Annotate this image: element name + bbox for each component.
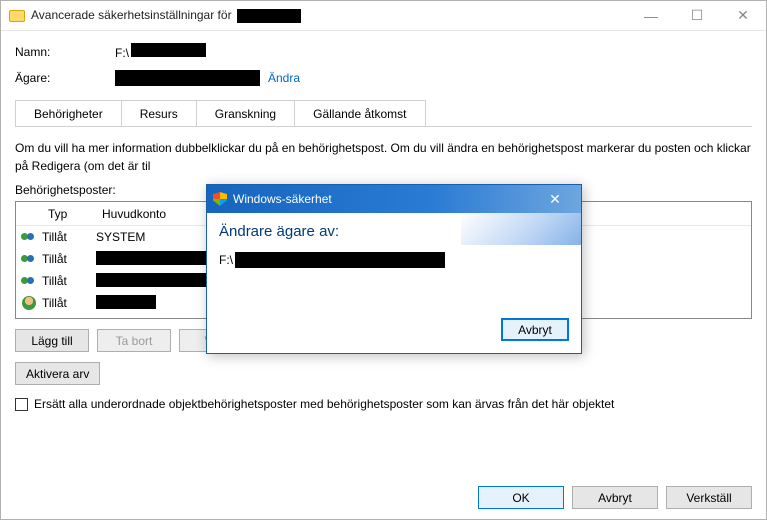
row-type: Tillåt (42, 230, 96, 244)
name-prefix: F:\ (115, 46, 129, 60)
row-type: Tillåt (42, 274, 96, 288)
redacted-principal (96, 273, 206, 287)
redacted-title (237, 9, 301, 23)
dialog-close-button[interactable]: ✕ (535, 191, 575, 208)
add-button[interactable]: Lägg till (15, 329, 89, 352)
col-type-header[interactable]: Typ (42, 207, 96, 221)
redacted-dialog-path (235, 252, 445, 268)
row-type: Tillåt (42, 252, 96, 266)
dialog-titlebar[interactable]: Windows-säkerhet ✕ (207, 185, 581, 213)
dialog-cancel-button[interactable]: Avbryt (501, 318, 569, 341)
window-title-text: Avancerade säkerhetsinställningar för (31, 8, 232, 22)
owner-row: Ägare: Ändra (15, 70, 752, 86)
replace-children-label: Ersätt alla underordnade objektbehörighe… (34, 397, 614, 411)
tabs: Behörigheter Resurs Granskning Gällande … (15, 100, 752, 127)
replace-children-checkbox[interactable] (15, 398, 28, 411)
remove-button[interactable]: Ta bort (97, 329, 171, 352)
cancel-button[interactable]: Avbryt (572, 486, 658, 509)
row-type: Tillåt (42, 296, 96, 310)
enable-inheritance-button[interactable]: Aktivera arv (15, 362, 100, 385)
ok-button[interactable]: OK (478, 486, 564, 509)
redacted-principal (96, 295, 156, 309)
shield-icon (213, 192, 227, 206)
inherit-row: Aktivera arv (15, 362, 752, 385)
maximize-button[interactable]: ☐ (674, 1, 720, 30)
replace-children-row: Ersätt alla underordnade objektbehörighe… (15, 397, 752, 411)
redacted-owner (115, 70, 260, 86)
dialog-path-prefix: F:\ (219, 253, 233, 267)
apply-button[interactable]: Verkställ (666, 486, 752, 509)
change-owner-link[interactable]: Ändra (268, 71, 300, 85)
dialog-footer: Avbryt (207, 310, 581, 353)
name-value: F:\ (115, 43, 206, 60)
titlebar[interactable]: Avancerade säkerhetsinställningar för — … (1, 1, 766, 31)
footer-buttons: OK Avbryt Verkställ (15, 474, 752, 509)
folder-icon (9, 10, 25, 22)
group-icon (21, 230, 37, 244)
name-row: Namn: F:\ (15, 43, 752, 60)
dialog-heading: Ändrare ägare av: (219, 223, 569, 240)
tab-effective[interactable]: Gällande åtkomst (294, 100, 425, 127)
description-text: Om du vill ha mer information dubbelklic… (15, 139, 752, 175)
redacted-principal (96, 251, 206, 265)
dialog-path: F:\ (219, 252, 569, 268)
tab-auditing[interactable]: Granskning (196, 100, 295, 127)
tab-underline (15, 126, 752, 127)
close-button[interactable]: ✕ (720, 1, 766, 30)
dialog-body: Ändrare ägare av: F:\ (207, 213, 581, 310)
window-title: Avancerade säkerhetsinställningar för (31, 8, 301, 23)
tab-share[interactable]: Resurs (121, 100, 197, 127)
dialog-title: Windows-säkerhet (233, 192, 332, 206)
window-controls: — ☐ ✕ (628, 1, 766, 30)
group-icon (21, 252, 37, 266)
user-icon (22, 296, 36, 310)
minimize-button[interactable]: — (628, 1, 674, 30)
windows-security-dialog: Windows-säkerhet ✕ Ändrare ägare av: F:\… (206, 184, 582, 354)
name-label: Namn: (15, 45, 115, 59)
redacted-name (131, 43, 206, 57)
tab-permissions[interactable]: Behörigheter (15, 100, 122, 127)
group-icon (21, 274, 37, 288)
owner-label: Ägare: (15, 71, 115, 85)
